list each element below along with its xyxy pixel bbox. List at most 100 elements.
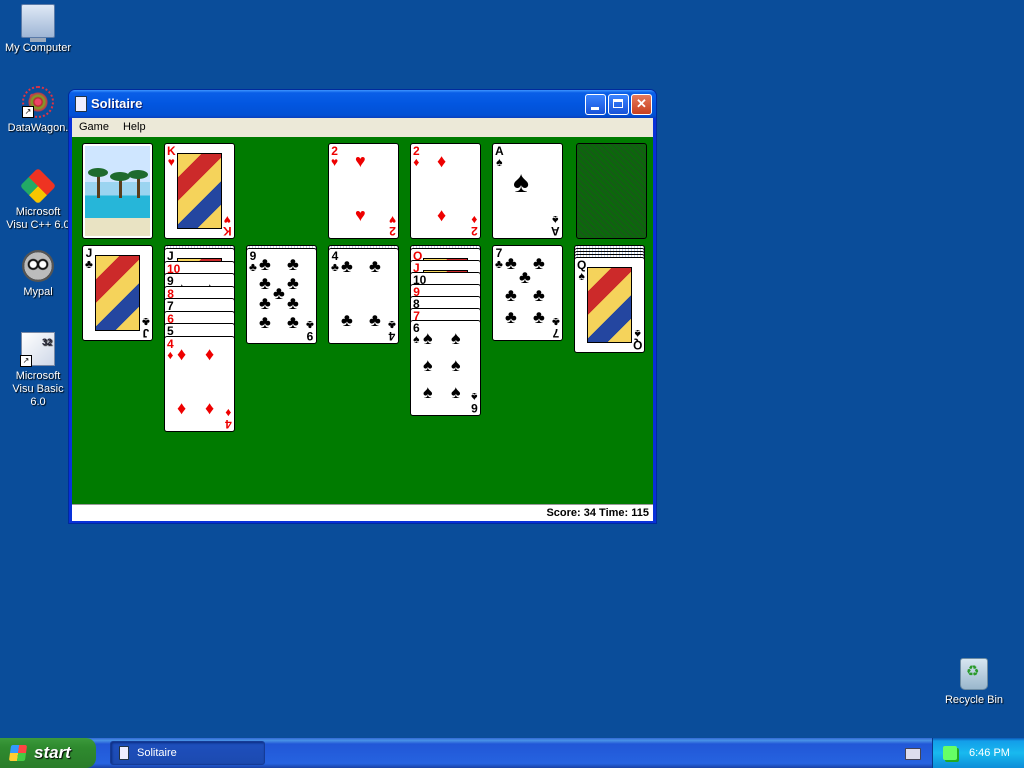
stock-pile[interactable] [82,143,153,239]
tableau-card[interactable]: Q ♠ Q ♠ [574,257,645,353]
title-bar[interactable]: Solitaire ✕ [69,90,656,118]
desktop-icon-visual-basic[interactable]: ↗ Microsoft Visu Basic 6.0 [0,332,76,409]
start-button[interactable]: start [0,738,96,768]
suit-pip-icon: ♠ [513,166,529,199]
card-rank-inverted: 2 ♦ [471,213,478,238]
face-card-art [587,267,632,343]
desktop-icon-visual-cpp[interactable]: Microsoft Visu C++ 6.0 [0,167,76,232]
tableau-card[interactable]: J ♣ J ♣ [82,245,153,341]
system-tray: 6:46 PM [932,738,1024,768]
suit-pip-icon: ♣ [273,283,285,303]
start-label: start [34,743,71,762]
datawagon-icon: ↗ [22,86,54,118]
minimize-button[interactable] [585,94,606,115]
palm-tree-icon [110,172,130,198]
suit-pip-icon: ♣ [287,312,299,332]
desktop-icon-mypal[interactable]: Mypal [0,250,76,299]
tableau-card[interactable]: 4 ♣ 4 ♣ ♣ ♣ ♣ ♣ [328,248,399,344]
foundation-empty-slot[interactable] [576,143,647,239]
card-rank: A ♠ [495,144,504,169]
card-rank: 4 ♦ [167,336,174,362]
close-icon: ✕ [636,96,647,111]
minimize-icon [591,107,599,110]
suit-pip-icon: ♦ [205,343,215,364]
suit-pip-icon: ♥ [355,151,366,171]
suit-pip-icon: ♠ [423,382,433,402]
score-time-text: Score: 34 Time: 115 [546,507,649,519]
suit-pip-icon: ♠ [451,328,461,348]
card-rank: 7 ♣ [495,246,503,271]
suit-pip-icon: ♣ [287,254,299,274]
suit-pip-icon: ♠ [423,355,433,375]
desktop-icon-datawagon[interactable]: ↗ DataWagon. [0,86,76,135]
suit-pip-icon: ♣ [259,273,271,293]
suit-pip-icon: ♣ [505,253,517,273]
suit-pip-icon: ♣ [287,293,299,313]
window-title: Solitaire [91,96,143,111]
suit-pip-icon: ♣ [341,310,353,330]
solitaire-app-icon [119,746,129,760]
suit-pip-icon: ♣ [533,307,545,327]
maximize-button[interactable] [608,94,629,115]
suit-pip-icon: ♦ [177,397,187,418]
suit-pip-icon: ♣ [505,285,517,305]
desktop-icon-label: My Computer [4,42,72,54]
status-bar: Score: 34 Time: 115 [72,504,653,521]
desktop-icon-label: DataWagon. [7,122,69,134]
foundation-card[interactable]: A ♠ A ♠ ♠ [492,143,563,239]
desktop-icon-label: Mypal [23,286,53,298]
face-card-art [177,153,222,229]
card-rank: Q ♠ [577,258,587,283]
card-rank-inverted: Q ♠ [632,327,642,352]
suit-pip-icon: ♦ [437,205,447,225]
card-rank: J ♣ [85,246,93,271]
desktop-icon-label: Recycle Bin [944,694,1004,706]
menu-help[interactable]: Help [116,118,153,133]
suit-pip-icon: ♣ [259,312,271,332]
game-board: K♥K♥2♥2♥♥♥2♦2♦♦♦A♠A♠♠J♣J♣J♠J♠10♥10♥♥9♠9♠… [72,137,653,504]
mypal-icon [22,250,54,282]
card-rank: K ♥ [167,144,176,169]
card-rank-inverted: 7 ♣ [552,315,560,340]
waste-card[interactable]: K ♥ K ♥ [164,143,235,239]
taskbar: start Solitaire 6:46 PM [0,738,1024,768]
keyboard-icon[interactable] [905,748,921,760]
card-rank-inverted: 2 ♥ [388,213,396,238]
card-rank-inverted: J ♣ [142,315,150,340]
desktop-icon-my-computer[interactable]: My Computer [0,4,76,55]
close-button[interactable]: ✕ [631,94,652,115]
computer-icon [21,4,55,42]
clock[interactable]: 6:46 PM [969,738,1010,768]
shortcut-arrow-icon: ↗ [22,106,34,118]
tableau-card[interactable]: 4 ♦ 4 ♦ ♦ ♦ ♦ ♦ [164,335,235,432]
shortcut-arrow-icon: ↗ [20,355,32,367]
tableau-card[interactable]: 6 ♠ 6 ♠ ♠ ♠ ♠ ♠ ♠ ♠ [410,320,481,416]
card-rank: 2 ♥ [331,144,339,169]
foundation-card[interactable]: 2 ♦ 2 ♦ ♦ ♦ [410,143,481,239]
network-icon[interactable] [943,746,957,760]
suit-pip-icon: ♦ [205,397,215,418]
taskbar-item-solitaire[interactable]: Solitaire [110,741,265,765]
suit-pip-icon: ♣ [259,254,271,274]
visual-cpp-icon [19,167,57,205]
foundation-card[interactable]: 2 ♥ 2 ♥ ♥ ♥ [328,143,399,239]
suit-pip-icon: ♣ [533,285,545,305]
tableau-card[interactable]: 7 ♣ 7 ♣ ♣ ♣ ♣ ♣ ♣ ♣ ♣ [492,245,563,341]
desktop-icon-recycle-bin[interactable]: Recycle Bin [936,658,1012,707]
solitaire-window: Solitaire ✕ Game Help K ♥ K ♥ 2 ♥ 2 ♥ ♥ ♥ 2 ♦ 2 ♦ ♦ ♦ A ♠ A… [68,89,657,524]
card-rank-inverted: 6 ♠ [471,390,478,415]
taskbar-item-label: Solitaire [137,747,177,759]
suit-pip-icon: ♣ [287,273,299,293]
windows-logo-icon [8,745,28,761]
suit-pip-icon: ♣ [369,310,381,330]
card-rank-inverted: K ♥ [223,213,232,238]
menu-game[interactable]: Game [72,118,116,133]
face-card-art [95,255,140,331]
tableau-card[interactable]: 9 ♣ 9 ♣ ♣ ♣ ♣ ♣ ♣ ♣ ♣ ♣ ♣ [246,248,317,344]
suit-pip-icon: ♣ [533,253,545,273]
suit-pip-icon: ♠ [423,328,433,348]
card-rank: 2 ♦ [413,144,420,169]
beach-card-back [85,146,150,236]
suit-pip-icon: ♠ [451,355,461,375]
suit-pip-icon: ♣ [259,293,271,313]
